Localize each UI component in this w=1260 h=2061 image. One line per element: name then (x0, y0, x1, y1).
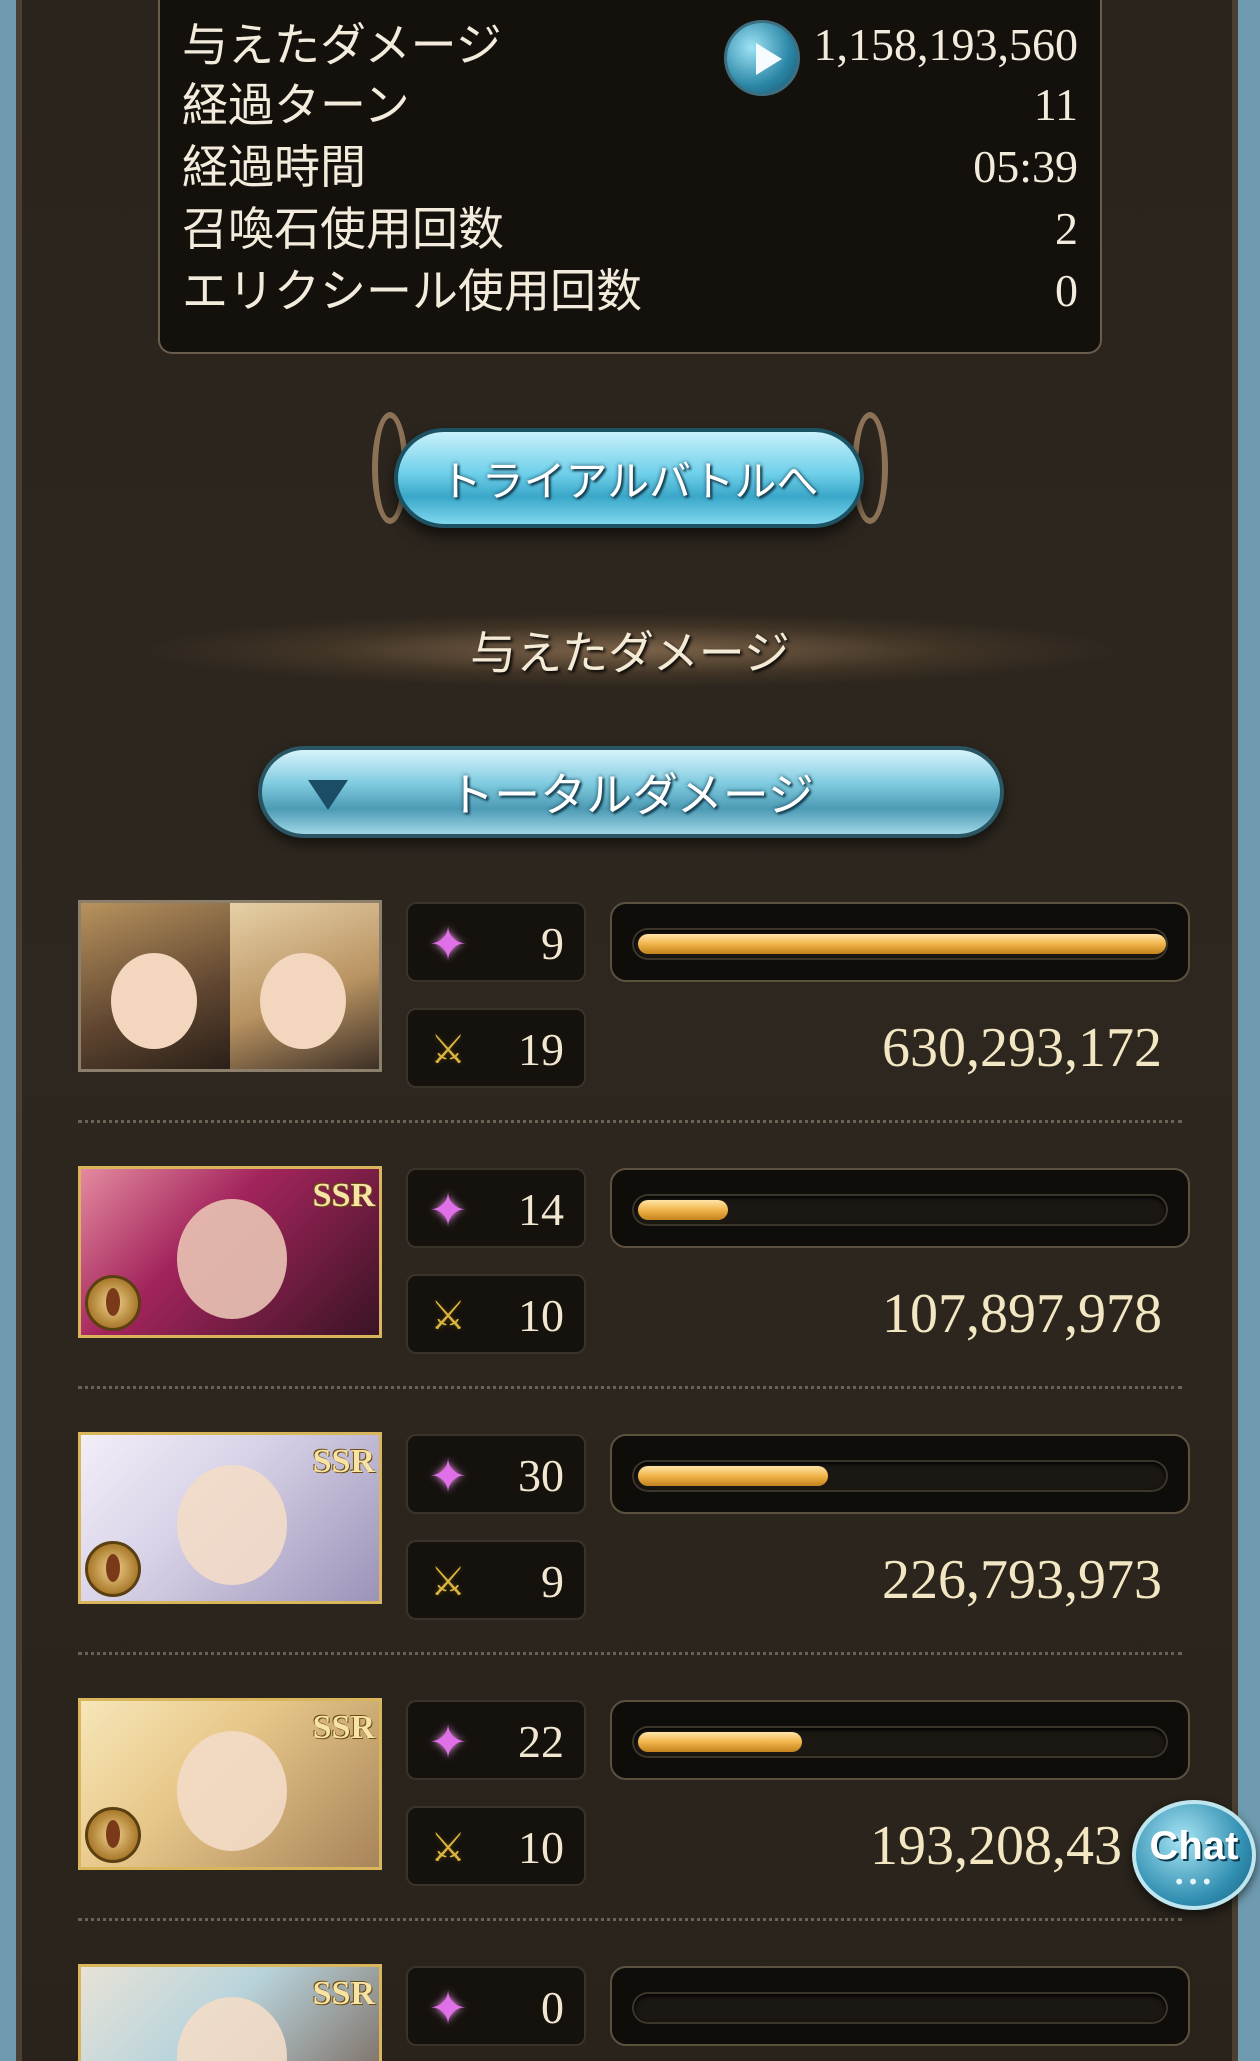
stat-value: 1,158,193,560 (813, 19, 1079, 70)
character-face (177, 1465, 287, 1585)
row-divider (78, 1386, 1182, 1389)
damage-share-bar (610, 1168, 1190, 1248)
section-title: 与えたダメージ (130, 612, 1130, 688)
bar-fill (638, 1200, 728, 1220)
damage-value: 630,293,172 (882, 1017, 1162, 1079)
character-face (177, 1731, 287, 1851)
party-member-row: SSR ✦ 22 ⚔ 10 193,208,43 (78, 1698, 1190, 1898)
stat-row-elixirs: エリクシール使用回数 0 (182, 262, 1078, 320)
sparkle-star-icon: ✦ (428, 1183, 468, 1237)
crossed-swords-icon: ⚔ (430, 1825, 466, 1871)
attack-count-pill: ⚔ 10 (406, 1806, 586, 1886)
bar-fill (638, 1732, 802, 1752)
crossed-swords-icon: ⚔ (430, 1559, 466, 1605)
attack-count: 10 (518, 1822, 564, 1873)
party-member-row: SSR ✦ 30 ⚔ 9 226,793,973 (78, 1432, 1190, 1632)
stat-row-turns: 経過ターン 11 (182, 76, 1078, 134)
row-divider (78, 1652, 1182, 1655)
character-portrait[interactable]: SSR (78, 1432, 382, 1604)
element-icon (85, 1807, 141, 1863)
chat-dots: ••• (1173, 1870, 1215, 1894)
row-divider (78, 1120, 1182, 1123)
character-portrait[interactable] (78, 900, 382, 1072)
battle-stats-box: 与えたダメージ 1,158,193,560 経過ターン 11 経過時間 05:3… (158, 0, 1102, 354)
ability-count-pill: ✦ 30 (406, 1434, 586, 1514)
stat-row-damage: 与えたダメージ 1,158,193,560 (182, 16, 1079, 96)
sparkle-star-icon: ✦ (428, 1715, 468, 1769)
sparkle-star-icon: ✦ (428, 1449, 468, 1503)
character-face (177, 1199, 287, 1319)
bar-track (634, 1728, 1166, 1756)
character-portrait[interactable]: SSR (78, 1166, 382, 1338)
ability-count: 9 (541, 918, 564, 969)
crossed-swords-icon: ⚔ (430, 1293, 466, 1339)
ability-count: 14 (518, 1184, 564, 1235)
attack-count: 10 (518, 1290, 564, 1341)
rarity-badge: SSR (312, 1177, 375, 1214)
damage-type-dropdown[interactable]: トータルダメージ (258, 746, 1004, 838)
attack-count-pill: ⚔ 10 (406, 1274, 586, 1354)
stat-row-summons: 召喚石使用回数 2 (182, 200, 1078, 258)
ability-count-pill: ✦ 14 (406, 1168, 586, 1248)
chat-label: Chat (1149, 1824, 1239, 1868)
party-member-row: SSR ✦ 14 ⚔ 10 107,897,978 (78, 1166, 1190, 1366)
character-portrait[interactable]: SSR (78, 1698, 382, 1870)
trial-battle-label: トライアルバトルへ (439, 456, 819, 506)
stat-value: 2 (1055, 203, 1078, 254)
bar-fill (638, 1466, 828, 1486)
ability-count-pill: ✦ 22 (406, 1700, 586, 1780)
stat-row-time: 経過時間 05:39 (182, 138, 1078, 196)
element-icon (85, 1541, 141, 1597)
stat-label: 召喚石使用回数 (182, 202, 504, 256)
rarity-badge: SSR (312, 1709, 375, 1746)
bar-track (634, 930, 1166, 958)
damage-share-bar (610, 1700, 1190, 1780)
ability-count-pill: ✦ 9 (406, 902, 586, 982)
party-member-row: ✦ 9 ⚔ 19 630,293,172 (78, 900, 1190, 1100)
sparkle-star-icon: ✦ (428, 917, 468, 971)
rarity-badge: SSR (312, 1975, 375, 2012)
element-icon (85, 1275, 141, 1331)
damage-share-bar (610, 902, 1190, 982)
stat-value: 11 (1033, 79, 1078, 130)
stat-label: エリクシール使用回数 (182, 264, 642, 318)
stat-value: 05:39 (973, 141, 1078, 192)
row-divider (78, 1918, 1182, 1921)
crossed-swords-icon: ⚔ (430, 1027, 466, 1073)
portrait-half (230, 903, 379, 1069)
damage-share-bar (610, 1966, 1190, 2046)
ability-count: 22 (518, 1716, 564, 1767)
bar-fill (638, 934, 1166, 954)
stat-label: 経過ターン (182, 78, 410, 132)
rarity-badge: SSR (312, 1443, 375, 1480)
portrait-half (81, 903, 230, 1069)
stat-value: 0 (1055, 265, 1078, 316)
bar-track (634, 1196, 1166, 1224)
damage-value: 107,897,978 (882, 1283, 1162, 1345)
party-member-row: SSR ✦ 0 (78, 1964, 1190, 2061)
damage-value: 226,793,973 (882, 1549, 1162, 1611)
dropdown-label: トータルダメージ (448, 768, 814, 822)
chat-button[interactable]: Chat ••• (1132, 1800, 1256, 1910)
damage-value: 193,208,43 (870, 1815, 1122, 1877)
section-title-text: 与えたダメージ (470, 626, 790, 680)
stat-label: 経過時間 (182, 140, 366, 194)
damage-share-bar (610, 1434, 1190, 1514)
character-face (111, 953, 197, 1049)
bar-track (634, 1994, 1166, 2022)
ability-count-pill: ✦ 0 (406, 1966, 586, 2046)
ability-count: 0 (541, 1982, 564, 2033)
bar-track (634, 1462, 1166, 1490)
attack-count-pill: ⚔ 19 (406, 1008, 586, 1088)
ability-count: 30 (518, 1450, 564, 1501)
trial-battle-button[interactable]: トライアルバトルへ (394, 428, 864, 528)
attack-count-pill: ⚔ 9 (406, 1540, 586, 1620)
character-portrait[interactable]: SSR (78, 1964, 382, 2061)
sparkle-star-icon: ✦ (428, 1981, 468, 2035)
attack-count: 19 (518, 1024, 564, 1075)
character-face (260, 953, 346, 1049)
attack-count: 9 (541, 1556, 564, 1607)
character-face (177, 1997, 287, 2061)
stat-label: 与えたダメージ (182, 18, 502, 72)
